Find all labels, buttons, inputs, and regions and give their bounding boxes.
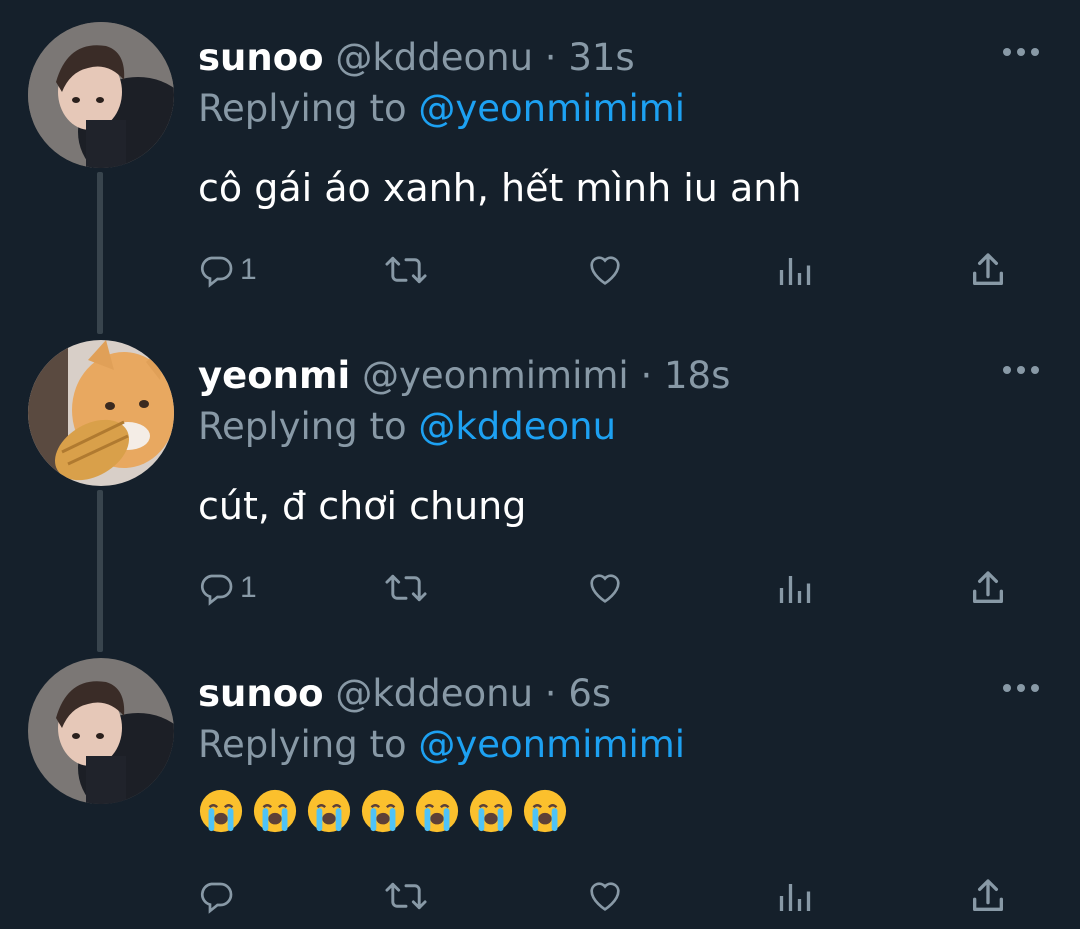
user-handle[interactable]: @kddeonu	[335, 36, 533, 79]
loudly-crying-face-icon	[361, 789, 405, 833]
tweet[interactable]: sunoo @kddeonu · 6s Replying to @yeonmim…	[0, 636, 1080, 929]
display-name[interactable]: sunoo	[198, 36, 324, 79]
replying-to-label: Replying to	[198, 723, 407, 766]
share-button[interactable]	[968, 248, 1008, 292]
reply-button[interactable]: 1	[198, 248, 257, 292]
tweet-actions: 1	[198, 248, 1018, 292]
share-icon	[973, 253, 1003, 285]
timestamp[interactable]: 31s	[568, 36, 634, 79]
more-icon[interactable]	[1002, 364, 1040, 376]
analytics-icon	[779, 576, 811, 603]
tweet-text: cô gái áo xanh, hết mình iu anh	[198, 166, 802, 210]
loudly-crying-face-icon	[469, 789, 513, 833]
replying-to: Replying to @kddeonu	[198, 405, 616, 449]
reply-icon	[200, 256, 233, 288]
tweet-actions: 1	[198, 566, 1018, 610]
analytics-button[interactable]	[776, 566, 814, 610]
like-button[interactable]	[584, 874, 626, 918]
like-button[interactable]	[584, 248, 626, 292]
timestamp[interactable]: 6s	[568, 672, 611, 715]
like-button[interactable]	[584, 566, 626, 610]
share-icon	[973, 571, 1003, 603]
cat-photo-avatar-image	[28, 340, 174, 486]
heart-icon	[590, 574, 620, 603]
tweet[interactable]: yeonmi @yeonmimimi · 18s Replying to @kd…	[0, 318, 1080, 636]
loudly-crying-face-icon	[523, 789, 567, 833]
reply-count: 1	[240, 253, 257, 286]
tweet[interactable]: sunoo @kddeonu · 31s Replying to @yeonmi…	[0, 0, 1080, 318]
retweet-icon	[385, 256, 427, 284]
reply-count: 1	[240, 571, 257, 604]
more-icon[interactable]	[1002, 46, 1040, 58]
analytics-icon	[779, 258, 811, 285]
person-photo-avatar-image	[28, 658, 174, 804]
share-button[interactable]	[968, 566, 1008, 610]
share-icon	[973, 879, 1003, 911]
reply-icon	[200, 882, 233, 914]
user-handle[interactable]: @yeonmimimi	[362, 354, 629, 397]
loudly-crying-face-icon	[199, 789, 243, 833]
avatar[interactable]	[28, 658, 174, 804]
loudly-crying-face-icon	[253, 789, 297, 833]
replying-to-label: Replying to	[198, 87, 407, 130]
reply-icon	[200, 574, 233, 606]
user-handle[interactable]: @kddeonu	[335, 672, 533, 715]
display-name[interactable]: sunoo	[198, 672, 324, 715]
tweet-text: cút, đ chơi chung	[198, 484, 527, 528]
tweet-text: 😭😭😭😭😭😭😭	[198, 788, 568, 834]
analytics-button[interactable]	[776, 874, 814, 918]
retweet-button[interactable]	[384, 874, 428, 918]
share-button[interactable]	[968, 874, 1008, 918]
display-name[interactable]: yeonmi	[198, 354, 350, 397]
loudly-crying-face-icon	[415, 789, 459, 833]
replying-to-label: Replying to	[198, 405, 407, 448]
loudly-crying-face-icon	[307, 789, 351, 833]
avatar[interactable]	[28, 340, 174, 486]
mention-link[interactable]: @yeonmimimi	[418, 723, 685, 766]
replying-to: Replying to @yeonmimimi	[198, 87, 685, 131]
separator-dot: ·	[544, 672, 557, 715]
retweet-button[interactable]	[384, 566, 428, 610]
mention-link[interactable]: @yeonmimimi	[418, 87, 685, 130]
analytics-button[interactable]	[776, 248, 814, 292]
avatar[interactable]	[28, 22, 174, 168]
replying-to: Replying to @yeonmimimi	[198, 723, 685, 767]
analytics-icon	[779, 884, 811, 911]
reply-button[interactable]	[198, 874, 240, 918]
retweet-button[interactable]	[384, 248, 428, 292]
retweet-icon	[385, 574, 427, 602]
person-photo-avatar-image	[28, 22, 174, 168]
mention-link[interactable]: @kddeonu	[418, 405, 616, 448]
retweet-icon	[385, 882, 427, 910]
more-icon[interactable]	[1002, 682, 1040, 694]
emoji-row	[198, 788, 568, 834]
heart-icon	[590, 256, 620, 285]
separator-dot: ·	[544, 36, 557, 79]
tweet-actions	[198, 874, 1018, 918]
heart-icon	[590, 882, 620, 911]
separator-dot: ·	[640, 354, 653, 397]
reply-button[interactable]: 1	[198, 566, 257, 610]
timestamp[interactable]: 18s	[664, 354, 730, 397]
